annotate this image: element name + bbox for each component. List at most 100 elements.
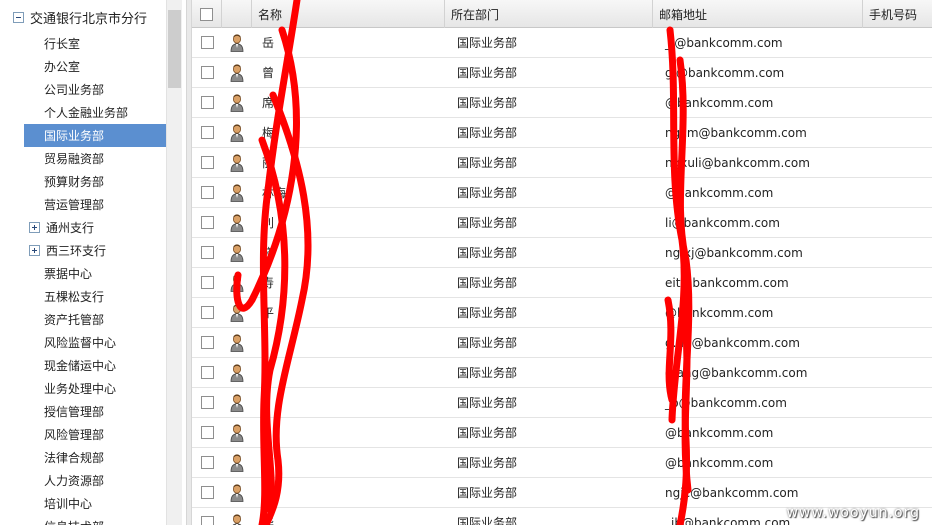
employee-name: 席 <box>262 96 275 110</box>
employee-name: 华 <box>262 516 275 525</box>
row-select-cell <box>192 88 222 117</box>
row-checkbox[interactable] <box>200 486 214 499</box>
employee-phone <box>863 88 932 117</box>
employee-phone <box>863 118 932 147</box>
row-checkbox[interactable] <box>200 426 214 439</box>
employee-name: 林梅 <box>262 186 287 200</box>
table-row[interactable]: 国际业务部 g.dq@bankcomm.com <box>192 328 932 358</box>
row-select-cell <box>192 208 222 237</box>
row-select-cell <box>192 238 222 267</box>
tree-list: 行长室 办公室 公司业务部 个人金融业务部 国际业务部 贸易融资部 预算财务部营运管理部通州… <box>24 32 166 525</box>
row-checkbox[interactable] <box>200 36 214 49</box>
employee-email: @bankcomm.com <box>665 95 774 110</box>
row-checkbox[interactable] <box>200 396 214 409</box>
row-checkbox[interactable] <box>200 306 214 319</box>
row-select-cell <box>192 58 222 87</box>
sidebar-item[interactable]: 公司业务部 <box>24 78 166 101</box>
employee-phone <box>863 448 932 477</box>
sidebar-item[interactable]: 资产托管部 <box>24 308 166 331</box>
row-checkbox[interactable] <box>200 216 214 229</box>
select-all-checkbox[interactable] <box>200 7 213 21</box>
sidebar-item[interactable]: 培训中心 <box>24 492 166 515</box>
plus-box-icon[interactable] <box>29 222 40 233</box>
sidebar-item-label: 现金储运中心 <box>44 359 117 373</box>
sidebar-item[interactable]: 营运管理部 <box>24 193 166 216</box>
row-checkbox[interactable] <box>200 156 214 169</box>
sidebar-item[interactable]: 业务处理中心 <box>24 377 166 400</box>
row-checkbox[interactable] <box>200 516 214 525</box>
plus-box-icon[interactable] <box>29 245 40 256</box>
table-row[interactable]: 林梅 国际业务部 @bankcomm.com <box>192 178 932 208</box>
sidebar-item[interactable]: 个人金融业务部 <box>24 101 166 124</box>
sidebar-item[interactable]: 五棵松支行 <box>24 285 166 308</box>
sidebar-item[interactable]: 票据中心 <box>24 262 166 285</box>
table-row[interactable]: 曾 国际业务部 gj@bankcomm.com <box>192 58 932 88</box>
sidebar-item[interactable]: 通州支行 <box>24 216 166 239</box>
scrollbar-thumb[interactable] <box>168 10 181 88</box>
header-name[interactable]: 名称 <box>252 0 445 28</box>
header-department[interactable]: 所在部门 <box>445 0 653 28</box>
row-checkbox[interactable] <box>200 66 214 79</box>
sidebar-item-label: 营运管理部 <box>44 198 105 212</box>
employee-email: ngjc@bankcomm.com <box>665 485 799 500</box>
user-person-icon <box>222 418 252 447</box>
minus-box-icon[interactable] <box>13 11 24 23</box>
row-select-cell <box>192 388 222 417</box>
table-row[interactable]: 超 国际业务部 ngjc@bankcomm.com <box>192 478 932 508</box>
tree-root[interactable]: 交通银行北京市分行 <box>0 0 168 34</box>
sidebar-item[interactable]: 国际业务部 <box>24 124 166 147</box>
sidebar-item[interactable]: 人力资源部 <box>24 469 166 492</box>
row-checkbox[interactable] <box>200 336 214 349</box>
table-row[interactable]: 国际业务部 _b@bankcomm.com <box>192 388 932 418</box>
table-row[interactable]: 国际业务部 ofang@bankcomm.com <box>192 358 932 388</box>
table-row[interactable]: 席 国际业务部 @bankcomm.com <box>192 88 932 118</box>
sidebar-item[interactable]: 贸易融资部 <box>24 147 166 170</box>
sidebar-item[interactable]: 西三环支行 <box>24 239 166 262</box>
sidebar-item-label: 信息技术部 <box>24 518 104 525</box>
user-person-icon <box>222 328 252 357</box>
table-row[interactable]: 寿 国际业务部 eit@bankcomm.com <box>192 268 932 298</box>
employee-name <box>252 418 445 447</box>
sidebar-item-label: 人力资源部 <box>44 474 105 488</box>
employee-phone <box>863 148 932 177</box>
sidebar-item[interactable]: 信息技术部 <box>24 515 166 525</box>
employee-grid: 名称 所在部门 邮箱地址 手机号码 岳国际业务部 _j@bankcomm.com 曾… <box>192 0 932 525</box>
table-row[interactable]: 岳 国际业务部 _j@bankcomm.com <box>192 28 932 58</box>
row-checkbox[interactable] <box>200 186 214 199</box>
table-row[interactable]: 梅 国际业务部 ngcm@bankcomm.com <box>192 118 932 148</box>
employee-department: 国际业务部 <box>457 96 518 110</box>
row-checkbox[interactable] <box>200 246 214 259</box>
sidebar-scrollbar[interactable] <box>166 0 182 525</box>
employee-department: 国际业务部 <box>457 366 518 380</box>
row-checkbox[interactable] <box>200 456 214 469</box>
employee-name: 平 <box>262 306 275 320</box>
employee-department: 国际业务部 <box>457 36 518 50</box>
table-row[interactable]: 利 国际业务部 li@bankcomm.com <box>192 208 932 238</box>
sidebar-item[interactable]: 风险管理部 <box>24 423 166 446</box>
row-checkbox[interactable] <box>200 96 214 109</box>
header-phone[interactable]: 手机号码 <box>863 0 932 28</box>
sidebar-item-label: 五棵松支行 <box>44 290 105 304</box>
table-row[interactable]: 平 国际业务部 @bankcomm.com <box>192 298 932 328</box>
employee-name: 利 <box>262 216 275 230</box>
row-select-cell <box>192 358 222 387</box>
table-row[interactable]: 国际业务部 @bankcomm.com <box>192 418 932 448</box>
sidebar-item[interactable]: 行长室 <box>24 32 166 55</box>
row-checkbox[interactable] <box>200 366 214 379</box>
header-email[interactable]: 邮箱地址 <box>653 0 863 28</box>
sidebar-item[interactable]: 风险监督中心 <box>24 331 166 354</box>
sidebar-item-label: 授信管理部 <box>44 405 105 419</box>
sidebar-item[interactable]: 现金储运中心 <box>24 354 166 377</box>
table-row[interactable]: 晓 国际业务部 ng.xj@bankcomm.com <box>192 238 932 268</box>
sidebar-item[interactable]: 预算财务部 <box>24 170 166 193</box>
sidebar-item[interactable]: 法律合规部 <box>24 446 166 469</box>
sidebar-item[interactable]: 办公室 <box>24 55 166 78</box>
table-row[interactable]: 丽 国际业务部 ngxuli@bankcomm.com <box>192 148 932 178</box>
row-checkbox[interactable] <box>200 276 214 289</box>
sidebar-item-label: 票据中心 <box>44 267 93 281</box>
sidebar-item[interactable]: 授信管理部 <box>24 400 166 423</box>
employee-department: 国际业务部 <box>457 126 518 140</box>
employee-department: 国际业务部 <box>457 276 518 290</box>
table-row[interactable]: 英 国际业务部 @bankcomm.com <box>192 448 932 478</box>
row-checkbox[interactable] <box>200 126 214 139</box>
